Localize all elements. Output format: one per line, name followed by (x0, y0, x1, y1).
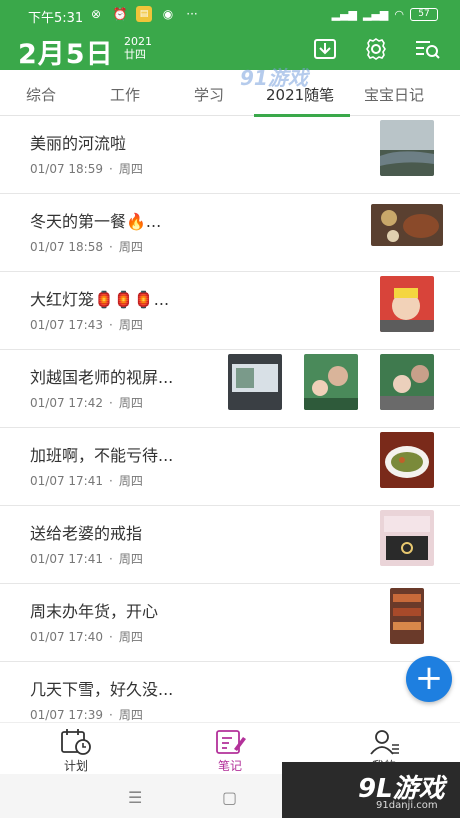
signal-icon: ▂▄▆ (331, 8, 357, 21)
tab-baby-diary[interactable]: 宝宝日记 (364, 84, 424, 105)
home-icon[interactable]: ▢ (222, 788, 237, 807)
signal-icon-2: ▂▄▆ (363, 8, 389, 21)
note-date: 01/07 18:59 (30, 162, 103, 176)
list-item[interactable]: 送给老婆的戒指 01/07 17:41 · 周四 (0, 506, 460, 584)
status-time: 下午5:31 (28, 11, 84, 26)
note-title: 美丽的河流啦 (30, 134, 127, 153)
note-date: 01/07 17:41 (30, 474, 103, 488)
nav-notes[interactable]: 笔记 (190, 727, 270, 774)
tab-comprehensive[interactable]: 综合 (26, 84, 56, 105)
note-thumbnail (380, 432, 434, 488)
status-notification-icons: ⊗ ⏰ ▤ ◉ ··· (88, 6, 200, 22)
search-list-icon (416, 41, 440, 59)
battery-icon: 57 (410, 8, 438, 21)
list-item[interactable]: 加班啊，不能亏待... 01/07 17:41 · 周四 (0, 428, 460, 506)
note-weekday: 周四 (118, 396, 143, 410)
note-meta: 01/07 17:39 · 周四 (30, 708, 143, 722)
search-list-button[interactable] (413, 35, 441, 63)
list-item[interactable]: 周末办年货，开心 01/07 17:40 · 周四 (0, 584, 460, 662)
note-meta: 01/07 17:41 · 周四 (30, 552, 143, 566)
watermark-logo-top: 91游戏 (240, 66, 308, 90)
note-date: 01/07 17:41 (30, 552, 103, 566)
nav-plan-label: 计划 (63, 759, 88, 773)
note-edit-icon (216, 730, 246, 754)
note-title: 大红灯笼🏮🏮🏮... (30, 290, 170, 309)
note-weekday: 周四 (118, 552, 143, 566)
note-meta: 01/07 18:58 · 周四 (30, 240, 143, 254)
note-title: 周末办年货，开心 (30, 602, 159, 621)
alarm-icon: ⏰ (112, 7, 128, 21)
more-dots-icon: ··· (186, 7, 198, 21)
message-icon: ▤ (136, 6, 152, 22)
wifi-icon: ◠ (394, 8, 404, 21)
user-icon (370, 730, 399, 755)
download-button[interactable] (311, 35, 339, 63)
note-date: 01/07 17:40 (30, 630, 103, 644)
status-bar: 下午5:31 ⊗ ⏰ ▤ ◉ ··· ▂▄▆ ▂▄▆ ◠ 57 (0, 0, 460, 30)
watermark-url: 91danji.com (376, 800, 438, 811)
list-item[interactable]: 大红灯笼🏮🏮🏮... 01/07 17:43 · 周四 (0, 272, 460, 350)
note-thumbnail (304, 354, 358, 410)
note-thumbnail (380, 120, 434, 176)
add-note-button[interactable]: + (406, 656, 452, 702)
note-title: 加班啊，不能亏待... (30, 446, 174, 465)
note-weekday: 周四 (118, 630, 143, 644)
note-weekday: 周四 (118, 162, 143, 176)
watermark-logo: 9L游戏 91danji.com (282, 762, 460, 818)
status-system-icons: ▂▄▆ ▂▄▆ ◠ 57 (332, 8, 438, 21)
note-date: 01/07 17:42 (30, 396, 103, 410)
category-tabs: 综合 工作 学习 2021随笔 宝宝日记 (0, 70, 460, 117)
header-year: 2021 (124, 35, 152, 48)
header-date: 2月5日 (18, 39, 114, 70)
note-date: 01/07 17:39 (30, 708, 103, 722)
note-thumbnail (380, 276, 434, 332)
note-title: 送给老婆的戒指 (30, 524, 143, 543)
gear-icon (366, 38, 386, 60)
note-meta: 01/07 17:43 · 周四 (30, 318, 143, 332)
note-date: 01/07 18:58 (30, 240, 103, 254)
tab-study[interactable]: 学习 (194, 84, 224, 105)
list-item[interactable]: 美丽的河流啦 01/07 18:59 · 周四 (0, 116, 460, 194)
list-item[interactable]: 冬天的第一餐🔥... 01/07 18:58 · 周四 (0, 194, 460, 272)
note-date: 01/07 17:43 (30, 318, 103, 332)
wechat-icon: ◉ (162, 7, 174, 21)
menu-icon[interactable]: ☰ (128, 788, 142, 807)
mute-icon: ⊗ (90, 7, 102, 21)
app-header: 2月5日 2021 廿四 (0, 30, 460, 70)
note-thumbnail (371, 204, 443, 246)
note-thumbnail (380, 510, 434, 566)
note-title: 冬天的第一餐🔥... (30, 212, 162, 231)
nav-plan[interactable]: 计划 (36, 727, 116, 774)
nav-notes-label: 笔记 (217, 759, 242, 773)
note-weekday: 周四 (118, 318, 143, 332)
note-weekday: 周四 (118, 708, 143, 722)
note-thumbnail (390, 588, 424, 644)
note-meta: 01/07 17:41 · 周四 (30, 474, 143, 488)
header-lunar: 廿四 (124, 48, 146, 61)
note-weekday: 周四 (118, 240, 143, 254)
note-title: 刘越国老师的视屏... (30, 368, 174, 387)
tab-work[interactable]: 工作 (110, 84, 140, 105)
calendar-clock-icon (61, 729, 91, 755)
note-weekday: 周四 (118, 474, 143, 488)
note-thumbnail (380, 354, 434, 410)
note-meta: 01/07 17:40 · 周四 (30, 630, 143, 644)
note-thumbnail (228, 354, 282, 410)
download-icon (314, 39, 336, 59)
header-date-sub: 2021 廿四 (124, 35, 152, 61)
note-meta: 01/07 18:59 · 周四 (30, 162, 143, 176)
settings-button[interactable] (362, 35, 390, 63)
note-title: 几天下雪，好久没... (30, 680, 174, 699)
note-meta: 01/07 17:42 · 周四 (30, 396, 143, 410)
list-item[interactable]: 刘越国老师的视屏... 01/07 17:42 · 周四 (0, 350, 460, 428)
